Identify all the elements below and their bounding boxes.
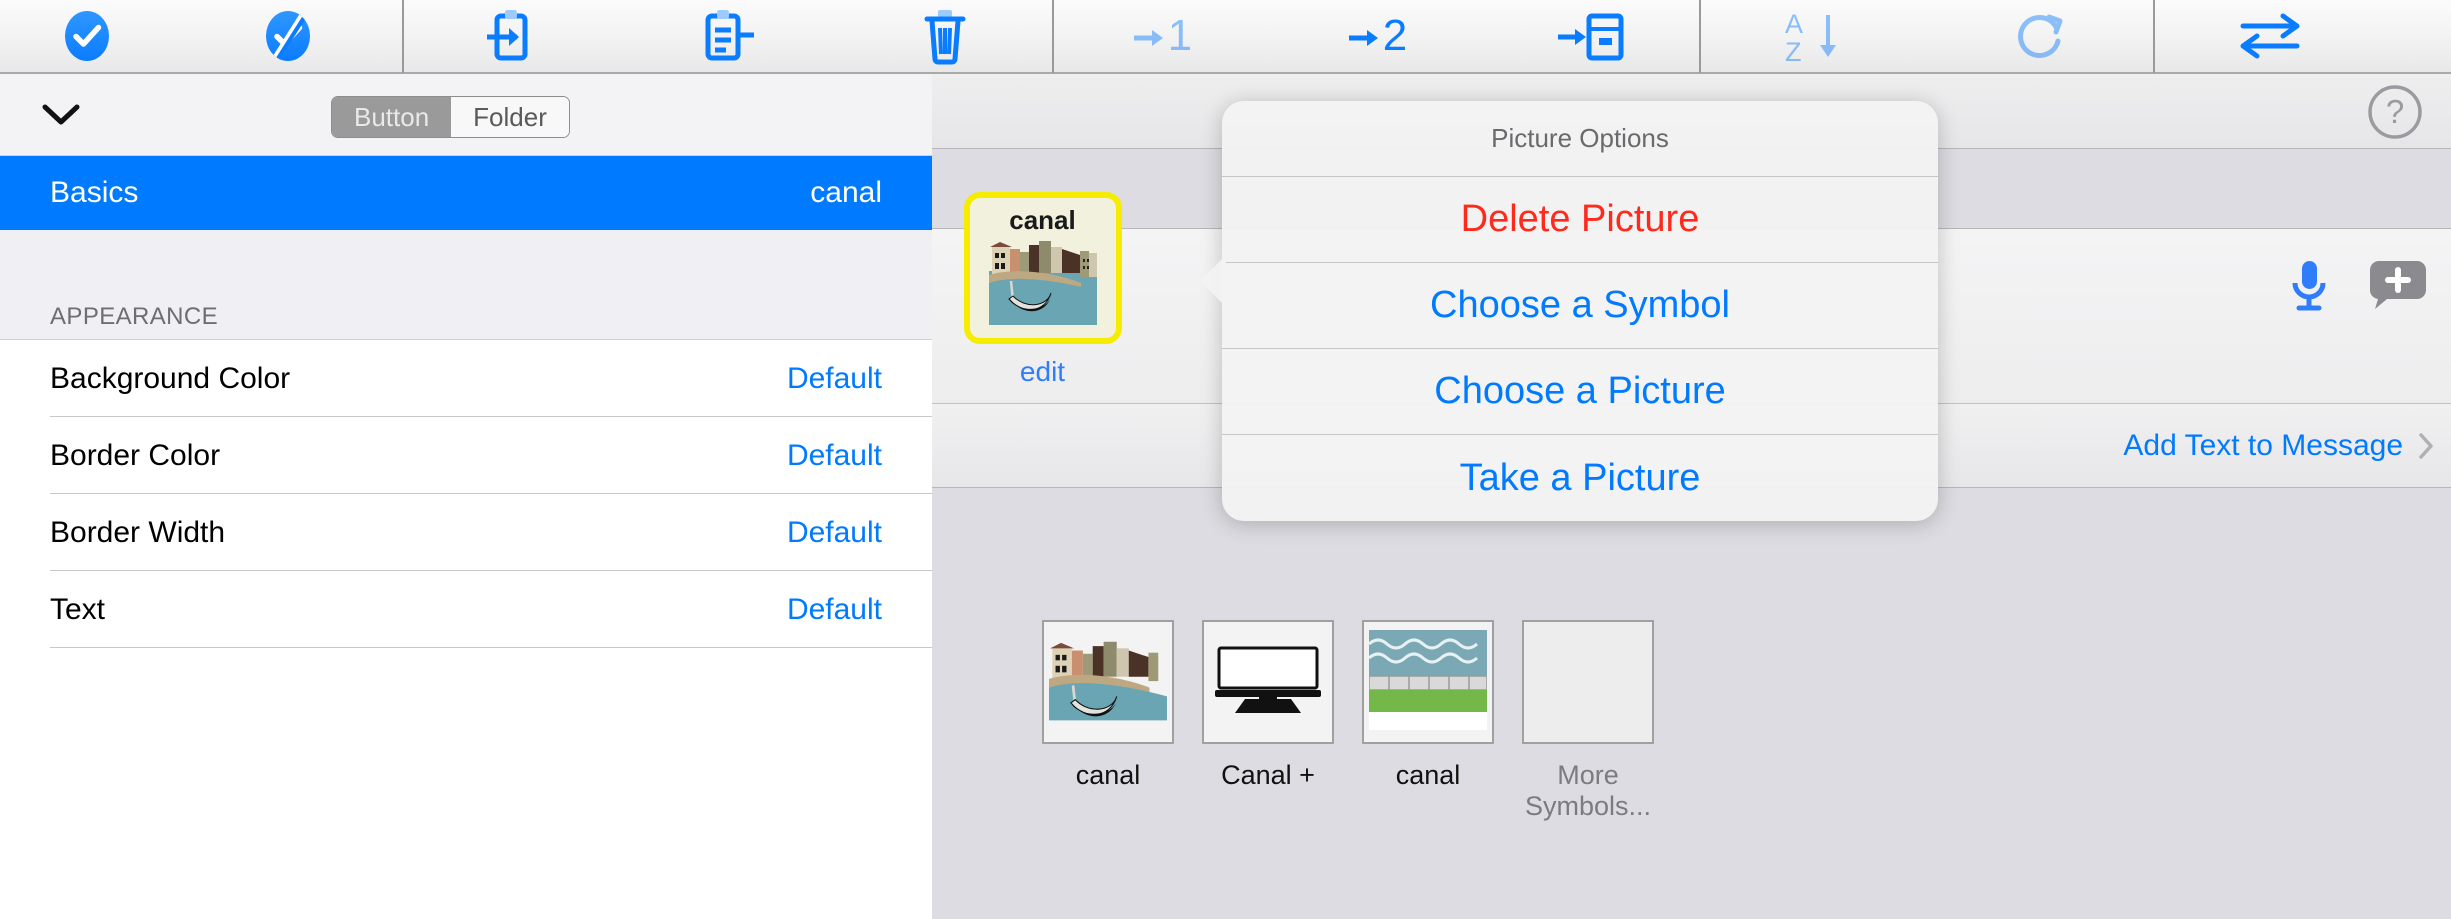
row-label: Border Width bbox=[50, 515, 226, 549]
select-all-button[interactable] bbox=[0, 0, 174, 73]
export-board-button[interactable] bbox=[617, 0, 837, 73]
section-spacer bbox=[0, 230, 932, 285]
picture-options-popover: Picture Options Delete Picture Choose a … bbox=[1222, 101, 1938, 521]
symbol-result-item[interactable]: canal bbox=[1042, 620, 1174, 791]
tv-monitor-icon bbox=[1209, 629, 1327, 735]
symbol-label: More Symbols... bbox=[1524, 760, 1652, 822]
row-value: Default bbox=[786, 438, 882, 472]
symbol-label: canal bbox=[1395, 760, 1461, 790]
symbol-thumb bbox=[1042, 620, 1174, 744]
basics-value: canal bbox=[810, 176, 882, 209]
swap-arrows-icon bbox=[2239, 10, 2301, 62]
sidebar-row-basics[interactable]: Basics canal bbox=[0, 156, 932, 230]
svg-text:A: A bbox=[1785, 9, 1803, 39]
symbol-thumb bbox=[1362, 620, 1494, 744]
refresh-icon bbox=[2013, 9, 2067, 63]
import-board-button[interactable] bbox=[404, 0, 617, 73]
edit-button-link[interactable]: edit bbox=[950, 356, 1135, 388]
row-value: Default bbox=[786, 361, 882, 395]
svg-text:?: ? bbox=[2386, 93, 2404, 130]
toolbar-group-swap bbox=[2155, 0, 2385, 72]
segment-button[interactable]: Button bbox=[332, 97, 452, 137]
canal-waterway-icon bbox=[1368, 629, 1488, 735]
sidebar-row-border-width[interactable]: Border Width Default bbox=[0, 494, 932, 571]
svg-text:Z: Z bbox=[1785, 37, 1802, 65]
basics-label: Basics bbox=[50, 176, 139, 209]
speech-bubble-plus-icon[interactable] bbox=[2369, 257, 2427, 316]
toolbar-group-move: 1 2 bbox=[1054, 0, 1699, 72]
more-symbols-item[interactable]: More Symbols... bbox=[1522, 620, 1654, 822]
sort-az-icon: A Z bbox=[1783, 7, 1845, 65]
row-label: Border Color bbox=[50, 438, 221, 472]
symbol-results-strip: canal Canal + canal More Symbols... bbox=[932, 602, 2451, 919]
venice-canal-gondola-icon bbox=[1049, 630, 1167, 735]
sidebar-row-text[interactable]: Text Default bbox=[0, 571, 932, 648]
chevron-right-icon bbox=[2419, 432, 2433, 459]
appearance-label: APPEARANCE bbox=[50, 303, 219, 330]
sidebar-row-background-color[interactable]: Background Color Default bbox=[0, 340, 932, 417]
check-circle-slash-icon bbox=[262, 10, 314, 62]
symbol-thumb-blank bbox=[1522, 620, 1654, 744]
microphone-icon[interactable] bbox=[2287, 259, 2331, 318]
page-1-label: 1 bbox=[1167, 11, 1193, 60]
trash-icon bbox=[919, 7, 971, 65]
symbol-thumb bbox=[1202, 620, 1334, 744]
page-2-label: 2 bbox=[1382, 11, 1408, 60]
canal-button-card[interactable]: canal bbox=[963, 192, 1122, 344]
row-value: Default bbox=[786, 592, 882, 626]
venice-canal-gondola-icon bbox=[988, 238, 1097, 330]
segment-folder[interactable]: Folder bbox=[451, 97, 569, 137]
arrow-box-icon bbox=[1556, 10, 1628, 62]
row-label: Text bbox=[50, 592, 106, 626]
top-toolbar: 1 2 A Z bbox=[0, 0, 2451, 74]
row-value: Default bbox=[786, 515, 882, 549]
popover-title: Picture Options bbox=[1222, 101, 1938, 177]
type-segmented-control[interactable]: Button Folder bbox=[331, 96, 570, 138]
refresh-button[interactable] bbox=[1927, 0, 2153, 73]
clipboard-lines-icon bbox=[700, 8, 754, 64]
check-circle-filled-icon bbox=[61, 10, 113, 62]
arrow-number-2-icon: 2 bbox=[1347, 11, 1408, 60]
panel-header: Button Folder bbox=[0, 74, 932, 156]
move-to-folder-button[interactable] bbox=[1484, 0, 1699, 73]
appearance-section-header: APPEARANCE bbox=[0, 285, 932, 340]
popover-arrow bbox=[1200, 255, 1226, 307]
add-text-to-message-button[interactable]: Add Text to Message bbox=[2123, 429, 2433, 463]
selected-button-card-wrap: canal edit bbox=[950, 192, 1135, 388]
take-a-picture-menu-item[interactable]: Take a Picture bbox=[1222, 435, 1938, 521]
add-text-label: Add Text to Message bbox=[2123, 428, 2403, 462]
move-to-page-1-button[interactable]: 1 bbox=[1054, 0, 1269, 73]
choose-a-picture-menu-item[interactable]: Choose a Picture bbox=[1222, 349, 1938, 435]
symbol-result-item[interactable]: canal bbox=[1362, 620, 1494, 791]
sidebar-row-border-color[interactable]: Border Color Default bbox=[0, 417, 932, 494]
chevron-down-icon[interactable] bbox=[42, 104, 80, 126]
choose-a-symbol-menu-item[interactable]: Choose a Symbol bbox=[1222, 263, 1938, 349]
symbol-label: canal bbox=[1075, 760, 1141, 790]
swap-button[interactable] bbox=[2155, 0, 2385, 73]
delete-picture-menu-item[interactable]: Delete Picture bbox=[1222, 177, 1938, 263]
toolbar-group-selection bbox=[0, 0, 402, 72]
row-label: Background Color bbox=[50, 361, 291, 395]
app-root: 1 2 A Z Button Folder Basics canal APPEA… bbox=[0, 0, 2451, 919]
help-icon[interactable]: ? bbox=[2367, 84, 2423, 140]
sort-az-button[interactable]: A Z bbox=[1701, 0, 1927, 73]
toolbar-group-io bbox=[404, 0, 1052, 72]
button-settings-panel: Button Folder Basics canal APPEARANCE Ba… bbox=[0, 74, 932, 919]
symbol-result-item[interactable]: Canal + bbox=[1202, 620, 1334, 791]
clipboard-arrow-in-icon bbox=[485, 8, 537, 64]
symbol-label: Canal + bbox=[1221, 760, 1315, 790]
arrow-number-1-icon: 1 bbox=[1132, 11, 1193, 60]
canal-card-title: canal bbox=[1009, 205, 1076, 235]
toolbar-group-arrange: A Z bbox=[1701, 0, 2153, 72]
delete-button[interactable] bbox=[837, 0, 1052, 73]
deselect-all-button[interactable] bbox=[174, 0, 402, 73]
move-to-page-2-button[interactable]: 2 bbox=[1269, 0, 1484, 73]
